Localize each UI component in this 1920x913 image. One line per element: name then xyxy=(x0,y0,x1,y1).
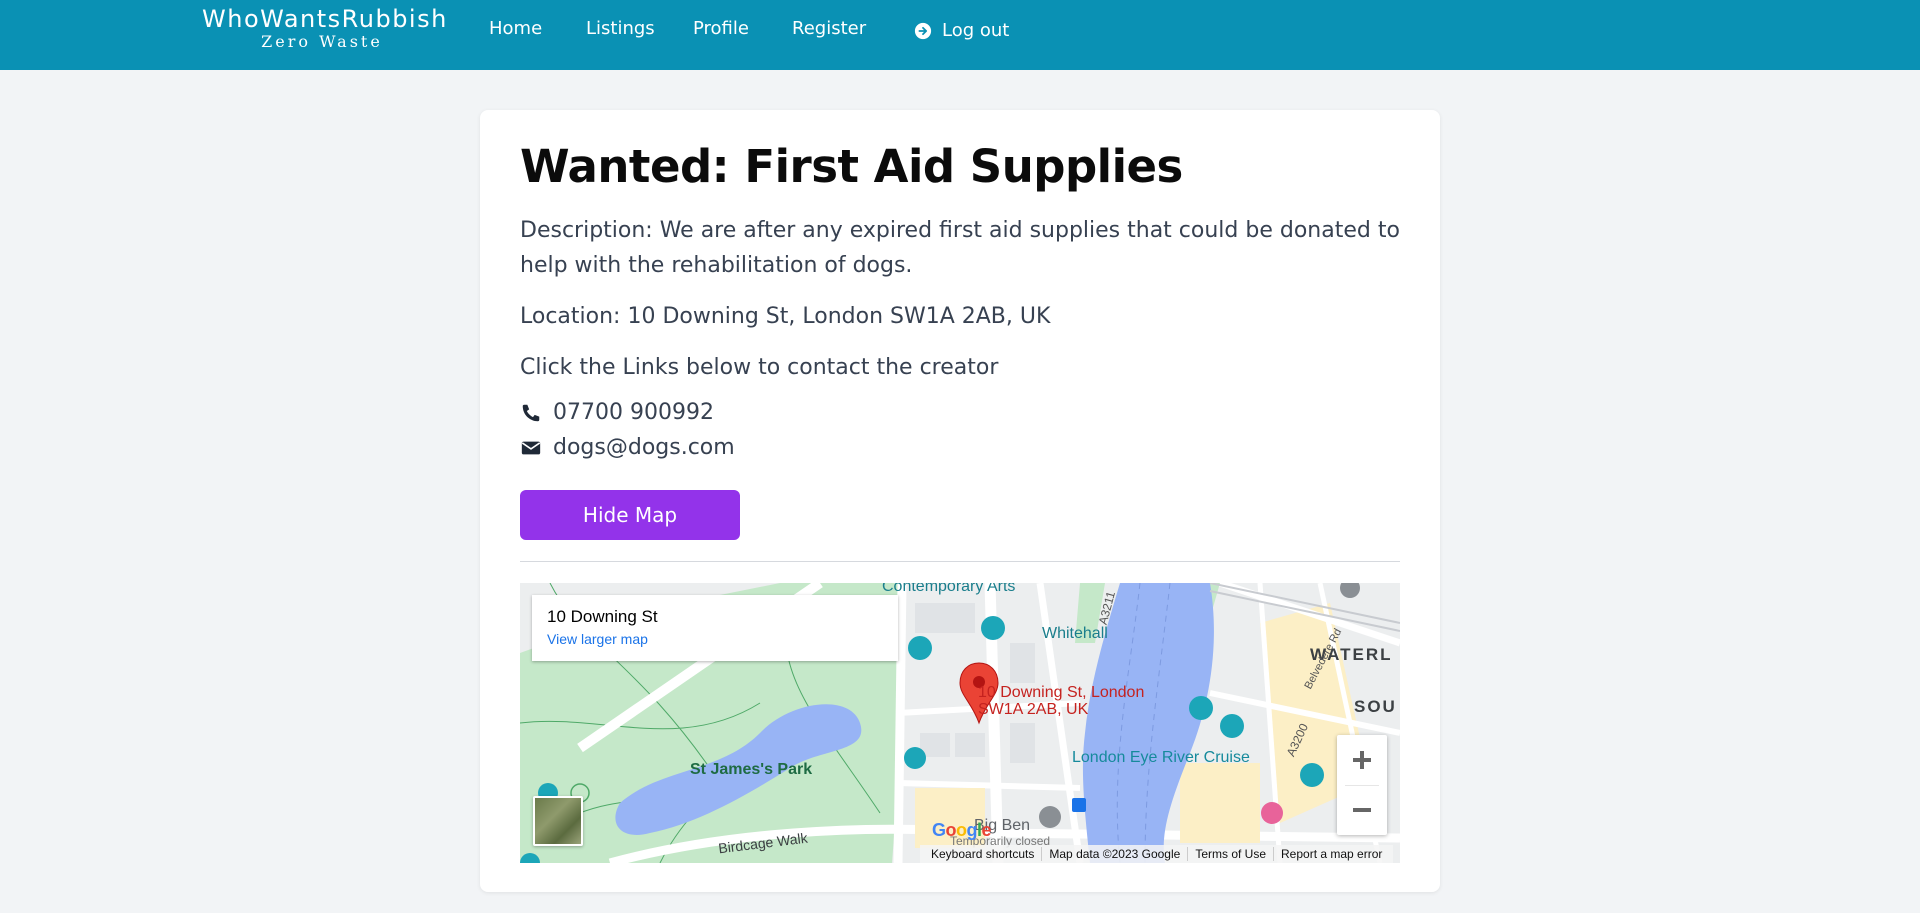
map-pin-label: 10 Downing St, London SW1A 2AB, UK xyxy=(978,684,1144,718)
zoom-out-button[interactable] xyxy=(1337,785,1387,835)
brand-name: WhoWantsRubbish xyxy=(202,5,448,33)
listing-card: Wanted: First Aid Supplies Description: … xyxy=(480,110,1440,892)
listing-location: Location: 10 Downing St, London SW1A 2AB… xyxy=(520,304,1051,329)
satellite-layer-toggle[interactable] xyxy=(533,796,583,846)
map-label-whitehall: Whitehall xyxy=(1042,625,1108,642)
google-logo: Google xyxy=(932,820,992,840)
minus-icon xyxy=(1353,808,1371,812)
email-address: dogs@dogs.com xyxy=(553,435,735,460)
listing-title: Wanted: First Aid Supplies xyxy=(520,140,1183,193)
envelope-icon xyxy=(521,441,541,455)
brand-logo[interactable]: WhoWantsRubbish Zero Waste xyxy=(202,4,448,51)
phone-number: 07700 900992 xyxy=(553,400,714,425)
listing-description: Description: We are after any expired fi… xyxy=(520,218,1400,278)
hide-map-button[interactable]: Hide Map xyxy=(520,490,740,540)
divider xyxy=(520,561,1400,562)
map-data-label: Map data ©2023 Google xyxy=(1042,847,1189,861)
phone-link[interactable]: 07700 900992 xyxy=(520,398,714,428)
pin-label-line2: SW1A 2AB, UK xyxy=(978,701,1089,718)
email-link[interactable]: dogs@dogs.com xyxy=(520,433,735,463)
arrow-circle-right-icon xyxy=(914,22,932,40)
map-attribution-bar: Keyboard shortcuts Map data ©2023 Google… xyxy=(920,845,1394,863)
report-map-error-link[interactable]: Report a map error xyxy=(1274,847,1389,861)
map-label-park: St James's Park xyxy=(690,761,813,778)
phone-icon xyxy=(522,404,540,422)
map-label-sou: SOU xyxy=(1354,697,1397,716)
nav-home-link[interactable]: Home xyxy=(489,18,542,40)
top-navbar: WhoWantsRubbish Zero Waste Home Listings… xyxy=(0,0,1920,70)
zoom-control xyxy=(1337,735,1387,835)
brand-tagline: Zero Waste xyxy=(261,32,383,51)
location-map[interactable]: St James's Park London Eye River Cruise … xyxy=(520,583,1400,863)
map-label-arts: Contemporary Arts xyxy=(882,583,1016,595)
plus-icon xyxy=(1353,751,1371,769)
map-info-box: 10 Downing St View larger map xyxy=(532,595,898,661)
contact-hint: Click the Links below to contact the cre… xyxy=(520,355,999,380)
map-label-cruise: London Eye River Cruise xyxy=(1072,749,1250,766)
nav-register-link[interactable]: Register xyxy=(792,18,866,40)
map-info-title: 10 Downing St xyxy=(547,607,658,626)
zoom-in-button[interactable] xyxy=(1337,735,1387,785)
terms-of-use-link[interactable]: Terms of Use xyxy=(1188,847,1275,861)
nav-profile-link[interactable]: Profile xyxy=(693,18,749,40)
nav-listings-link[interactable]: Listings xyxy=(586,18,655,40)
pin-label-line1: 10 Downing St, London xyxy=(978,684,1145,701)
logout-label: Log out xyxy=(942,20,1010,41)
keyboard-shortcuts-link[interactable]: Keyboard shortcuts xyxy=(924,847,1043,861)
view-larger-map-link[interactable]: View larger map xyxy=(547,631,648,647)
nav-logout-link[interactable]: Log out xyxy=(914,20,1009,42)
